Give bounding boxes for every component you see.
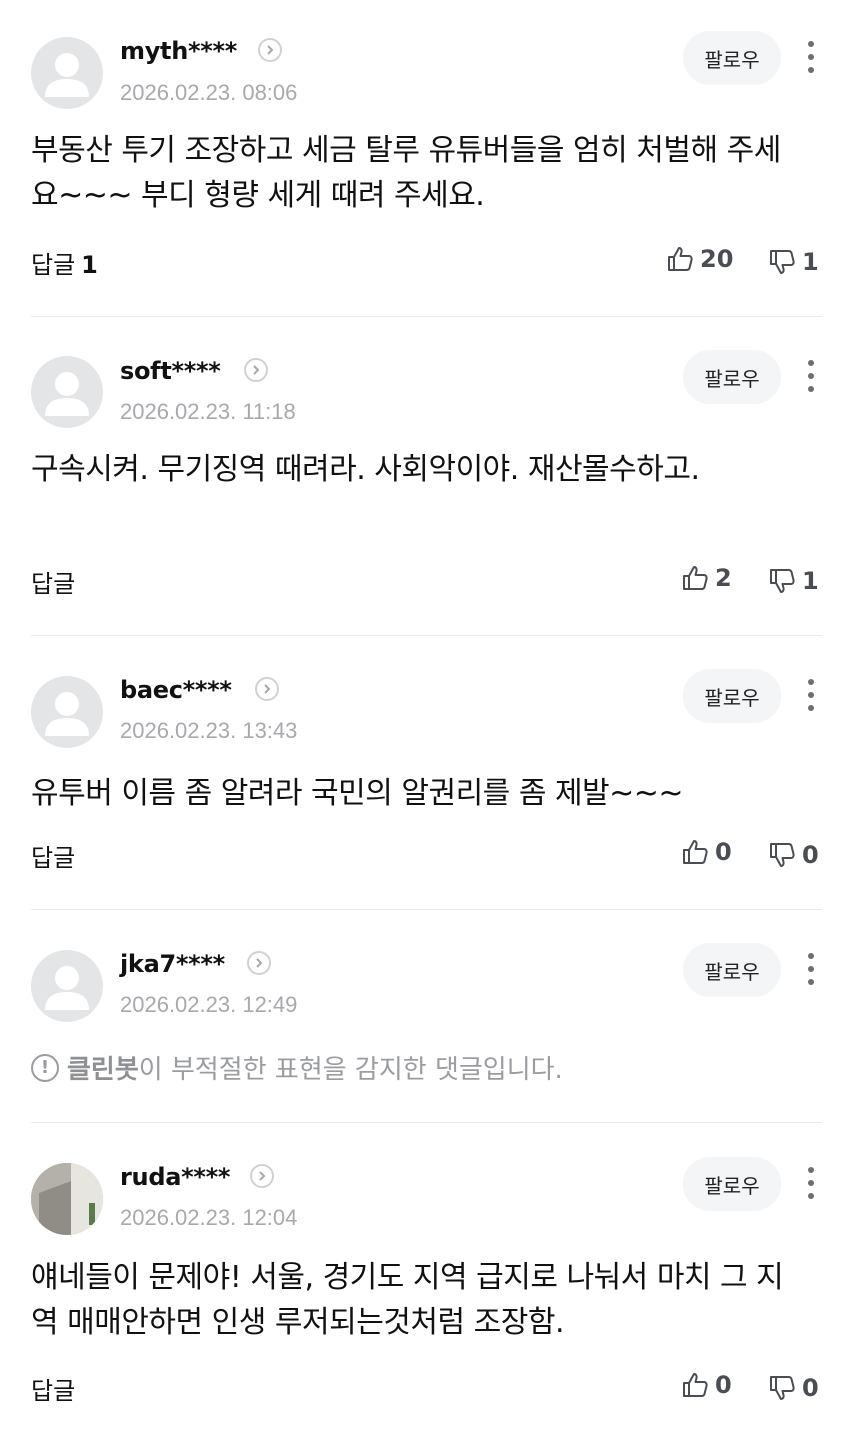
like-button[interactable]: 0 [681, 1368, 732, 1402]
reply-label: 답글 [31, 570, 76, 598]
dislike-count: 0 [802, 1374, 819, 1402]
username[interactable]: baec**** [120, 676, 232, 704]
default-user-avatar-icon [45, 372, 89, 416]
default-user-avatar-icon [45, 692, 89, 736]
follow-button[interactable]: 팔로우 [683, 350, 781, 404]
follow-button[interactable]: 팔로우 [683, 669, 781, 723]
dislike-count: 1 [802, 248, 819, 276]
avatar[interactable] [31, 676, 103, 748]
default-user-avatar-icon [45, 966, 89, 1010]
follow-button[interactable]: 팔로우 [683, 1157, 781, 1211]
follow-button[interactable]: 팔로우 [683, 943, 781, 997]
chevron-right-circle-icon[interactable] [247, 951, 271, 975]
comment-date: 2026.02.23. 11:18 [120, 399, 296, 424]
dislike-button[interactable]: 1 [768, 245, 819, 279]
reply-button[interactable]: 답글 [31, 564, 75, 599]
like-count: 0 [715, 838, 732, 866]
like-button[interactable]: 20 [666, 242, 733, 276]
vertical-ellipsis-icon[interactable] [797, 1163, 825, 1203]
like-button[interactable]: 2 [681, 561, 732, 595]
vertical-ellipsis-icon[interactable] [797, 949, 825, 989]
dislike-button[interactable]: 1 [768, 564, 819, 598]
chevron-right-circle-icon[interactable] [258, 38, 282, 62]
thumbs-down-outline-icon [770, 1376, 795, 1400]
divider [31, 316, 822, 317]
reply-label: 답글 [31, 844, 76, 872]
username[interactable]: soft**** [120, 357, 221, 385]
thumbs-up-outline-icon [683, 1373, 708, 1397]
dislike-count: 0 [802, 841, 819, 869]
divider [31, 909, 822, 910]
cleanbot-name: 클린봇 [67, 1055, 139, 1085]
comment-text: 부동산 투기 조장하고 세금 탈루 유튜버들을 엄히 처벌해 주세요~~~ 부디… [31, 133, 781, 213]
comment-text: 얘네들이 문제야! 서울, 경기도 지역 급지로 나눠서 마치 그 지역 매매안… [31, 1260, 784, 1340]
reply-button[interactable]: 답글 [31, 838, 75, 873]
username[interactable]: ruda**** [120, 1163, 230, 1191]
like-count: 20 [700, 245, 734, 273]
thumbs-down-outline-icon [770, 250, 795, 274]
reply-label: 답글 [31, 251, 76, 279]
cleanbot-notice[interactable]: ! 클린봇 이 부적절한 표현을 감지한 댓글입니다. [31, 1049, 563, 1086]
reply-count: 1 [81, 251, 98, 279]
follow-button[interactable]: 팔로우 [683, 31, 781, 85]
thumbs-up-outline-icon [683, 840, 708, 864]
thumbs-down-outline-icon [770, 843, 795, 867]
avatar[interactable] [31, 37, 103, 109]
vertical-ellipsis-icon[interactable] [797, 37, 825, 77]
default-user-avatar-icon [45, 53, 89, 97]
comment-text: 구속시켜. 무기징역 때려라. 사회악이야. 재산몰수하고. [31, 452, 700, 487]
like-count: 2 [715, 564, 732, 592]
divider [31, 1122, 822, 1123]
comment-text: 유투버 이름 좀 알려라 국민의 알권리를 좀 제발~~~ [31, 776, 684, 811]
chevron-right-circle-icon[interactable] [250, 1164, 274, 1188]
thumbs-down-outline-icon [770, 569, 795, 593]
comment-date: 2026.02.23. 08:06 [120, 80, 298, 105]
exclamation-circle-icon: ! [31, 1053, 59, 1082]
username[interactable]: jka7**** [120, 950, 225, 978]
chevron-right-circle-icon[interactable] [244, 358, 268, 382]
avatar[interactable] [31, 356, 103, 428]
divider [31, 635, 822, 636]
reply-button[interactable]: 답글 1 [31, 245, 98, 280]
vertical-ellipsis-icon[interactable] [797, 356, 825, 396]
comment-date: 2026.02.23. 12:49 [120, 992, 298, 1017]
comment-date: 2026.02.23. 12:04 [120, 1205, 298, 1230]
user-photo-avatar-icon [31, 1163, 103, 1235]
reply-button[interactable]: 답글 [31, 1371, 75, 1406]
username[interactable]: myth**** [120, 37, 237, 65]
chevron-right-circle-icon[interactable] [255, 677, 279, 701]
vertical-ellipsis-icon[interactable] [797, 675, 825, 715]
avatar[interactable] [31, 950, 103, 1022]
reply-label: 답글 [31, 1377, 76, 1405]
dislike-count: 1 [802, 567, 819, 595]
dislike-button[interactable]: 0 [768, 1371, 819, 1405]
thumbs-up-outline-icon [668, 247, 693, 271]
like-count: 0 [715, 1371, 732, 1399]
comment-date: 2026.02.23. 13:43 [120, 718, 298, 743]
cleanbot-text: 이 부적절한 표현을 감지한 댓글입니다. [138, 1055, 563, 1085]
thumbs-up-outline-icon [683, 566, 708, 590]
avatar[interactable] [31, 1163, 103, 1235]
like-button[interactable]: 0 [681, 835, 732, 869]
dislike-button[interactable]: 0 [768, 838, 819, 872]
